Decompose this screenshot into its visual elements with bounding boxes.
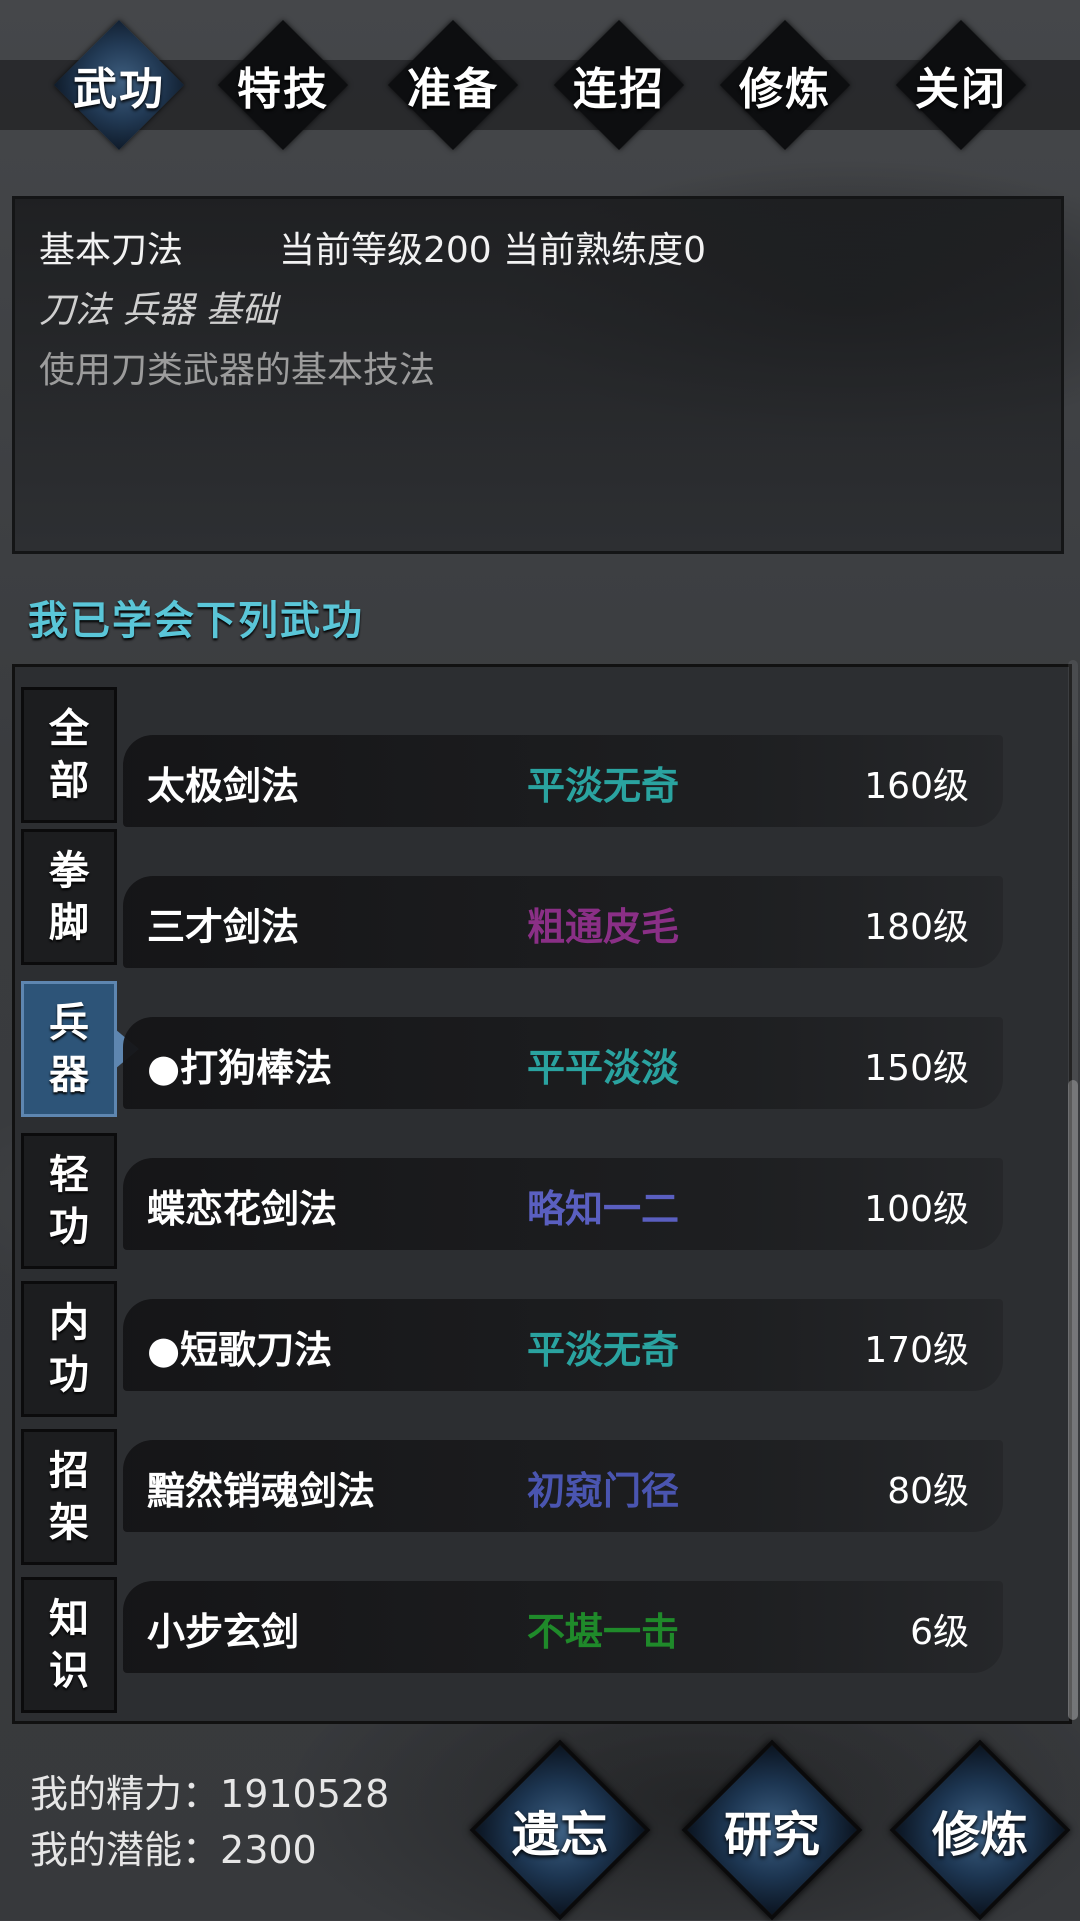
skill-row-level: 170级 bbox=[864, 1330, 969, 1371]
tab-martial-arts[interactable]: 武功 bbox=[53, 19, 185, 151]
side-tab-char: 架 bbox=[49, 1500, 89, 1546]
skill-row-level: 180级 bbox=[864, 907, 969, 948]
scrollbar-thumb[interactable] bbox=[1068, 1080, 1078, 1720]
energy-stat: 我的精力：1910528 bbox=[30, 1766, 389, 1822]
skill-tags: 刀法 兵器 基础 bbox=[39, 290, 278, 331]
tab-label: 修炼 bbox=[739, 64, 831, 115]
skill-row[interactable]: ●短歌刀法 平淡无奇 170级 bbox=[123, 1299, 1003, 1391]
tab-label: 关闭 bbox=[915, 64, 1007, 115]
skill-list-panel: 全 部 拳 脚 兵 器 轻 功 内 功 招 架 知 识 太极剑法 平淡无奇 16… bbox=[12, 664, 1072, 1724]
skill-row[interactable]: ●打狗棒法 平平淡淡 150级 bbox=[123, 1017, 1003, 1109]
tab-special-skills[interactable]: 特技 bbox=[217, 19, 349, 151]
skill-row-name: 太极剑法 bbox=[147, 764, 300, 808]
potential-stat: 我的潜能：2300 bbox=[30, 1822, 389, 1878]
section-title: 我已学会下列武功 bbox=[28, 598, 364, 644]
side-tab-weapon[interactable]: 兵 器 bbox=[21, 981, 117, 1117]
side-tab-fist[interactable]: 拳 脚 bbox=[21, 829, 117, 965]
side-tab-internal[interactable]: 内 功 bbox=[21, 1281, 117, 1417]
skill-info-panel: 基本刀法 当前等级200 当前熟练度0 刀法 兵器 基础 使用刀类武器的基本技法 bbox=[12, 196, 1064, 554]
skill-row-name: ●打狗棒法 bbox=[147, 1046, 333, 1090]
side-tab-char: 功 bbox=[49, 1204, 89, 1250]
skill-row-level: 100级 bbox=[864, 1189, 969, 1230]
side-tab-char: 内 bbox=[49, 1300, 89, 1346]
side-tab-char: 识 bbox=[49, 1648, 89, 1694]
player-stats: 我的精力：1910528 我的潜能：2300 bbox=[30, 1766, 389, 1878]
skill-row[interactable]: 太极剑法 平淡无奇 160级 bbox=[123, 735, 1003, 827]
side-tab-char: 脚 bbox=[49, 900, 89, 946]
skill-row-name: 三才剑法 bbox=[147, 905, 300, 949]
tab-cultivate[interactable]: 修炼 bbox=[719, 19, 851, 151]
research-button[interactable]: 研究 bbox=[681, 1739, 863, 1921]
side-tab-char: 功 bbox=[49, 1352, 89, 1398]
side-tab-char: 知 bbox=[49, 1596, 89, 1642]
skill-row-rank: 略知一二 bbox=[526, 1187, 679, 1231]
skill-level-text: 当前等级200 当前熟练度0 bbox=[279, 230, 707, 271]
tab-prepare[interactable]: 准备 bbox=[387, 19, 519, 151]
skill-info-header: 基本刀法 当前等级200 当前熟练度0 bbox=[39, 221, 706, 273]
side-tab-char: 招 bbox=[49, 1448, 89, 1494]
skill-row-name: 小步玄剑 bbox=[147, 1610, 300, 1654]
skill-name: 基本刀法 bbox=[39, 230, 184, 271]
side-tab-char: 兵 bbox=[49, 1000, 89, 1046]
side-tab-lightness[interactable]: 轻 功 bbox=[21, 1133, 117, 1269]
skill-row-name: 蝶恋花剑法 bbox=[147, 1187, 338, 1231]
skill-row[interactable]: 小步玄剑 不堪一击 6级 bbox=[123, 1581, 1003, 1673]
potential-value: 2300 bbox=[220, 1828, 317, 1872]
side-tab-parry[interactable]: 招 架 bbox=[21, 1429, 117, 1565]
top-tab-bar: 武功 特技 准备 连招 修炼 关闭 bbox=[0, 0, 1080, 180]
button-label: 遗忘 bbox=[511, 1807, 608, 1863]
skill-row-rank: 平淡无奇 bbox=[526, 1328, 679, 1372]
skill-row-rank: 粗通皮毛 bbox=[526, 905, 679, 949]
side-tab-knowledge[interactable]: 知 识 bbox=[21, 1577, 117, 1713]
skill-row-level: 160级 bbox=[864, 766, 969, 807]
tab-label: 武功 bbox=[73, 64, 165, 115]
skill-row-level: 6级 bbox=[910, 1612, 969, 1653]
skill-row[interactable]: 三才剑法 粗通皮毛 180级 bbox=[123, 876, 1003, 968]
skill-row-rank: 平淡无奇 bbox=[526, 764, 679, 808]
skill-row[interactable]: 蝶恋花剑法 略知一二 100级 bbox=[123, 1158, 1003, 1250]
skill-row-level: 80级 bbox=[887, 1471, 969, 1512]
side-tab-char: 拳 bbox=[49, 848, 89, 894]
skill-description: 使用刀类武器的基本技法 bbox=[39, 350, 436, 391]
tab-combo[interactable]: 连招 bbox=[553, 19, 685, 151]
potential-label: 我的潜能： bbox=[30, 1828, 221, 1872]
skill-row-rank: 不堪一击 bbox=[526, 1610, 679, 1654]
side-tab-char: 轻 bbox=[49, 1152, 89, 1198]
tab-label: 特技 bbox=[237, 64, 329, 115]
energy-label: 我的精力： bbox=[30, 1772, 221, 1816]
cultivate-button[interactable]: 修炼 bbox=[889, 1739, 1071, 1921]
skill-row-rank: 初窥门径 bbox=[526, 1469, 679, 1513]
energy-value: 1910528 bbox=[220, 1772, 390, 1816]
forget-button[interactable]: 遗忘 bbox=[469, 1739, 651, 1921]
side-tab-char: 器 bbox=[49, 1052, 89, 1098]
skill-row-name: 黯然销魂剑法 bbox=[147, 1469, 376, 1513]
skill-row-name: ●短歌刀法 bbox=[147, 1328, 333, 1372]
list-scrollbar[interactable] bbox=[1068, 660, 1078, 1720]
tab-close[interactable]: 关闭 bbox=[895, 19, 1027, 151]
side-tab-char: 部 bbox=[49, 758, 89, 804]
tab-label: 连招 bbox=[573, 64, 665, 115]
skill-row-level: 150级 bbox=[864, 1048, 969, 1089]
skill-row[interactable]: 黯然销魂剑法 初窥门径 80级 bbox=[123, 1440, 1003, 1532]
button-label: 研究 bbox=[723, 1807, 820, 1863]
button-label: 修炼 bbox=[931, 1807, 1028, 1863]
side-tab-char: 全 bbox=[49, 706, 89, 752]
tab-label: 准备 bbox=[407, 64, 499, 115]
side-tab-all[interactable]: 全 部 bbox=[21, 687, 117, 823]
skill-row-rank: 平平淡淡 bbox=[526, 1046, 679, 1090]
